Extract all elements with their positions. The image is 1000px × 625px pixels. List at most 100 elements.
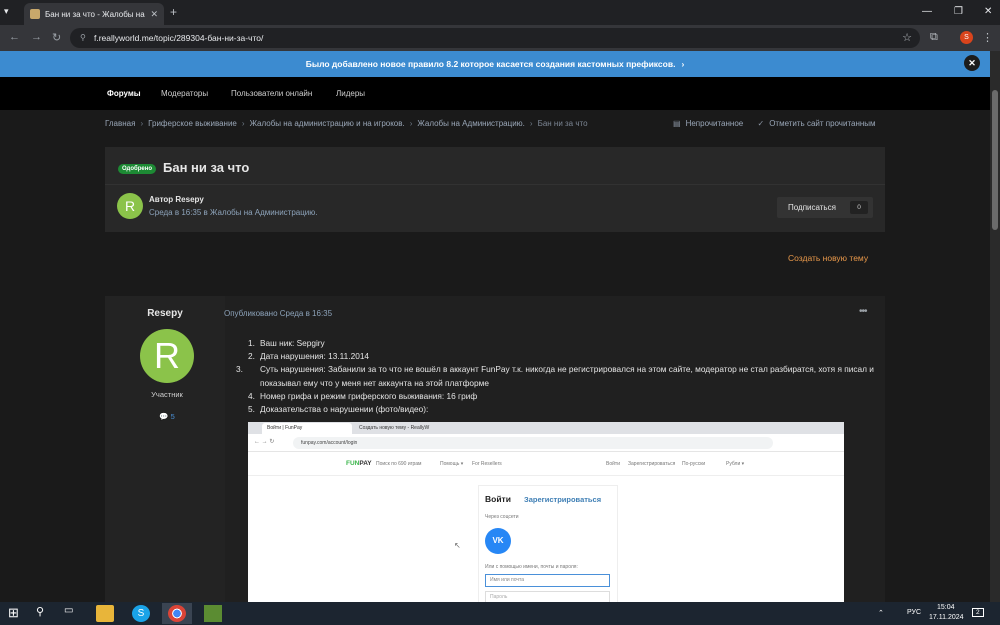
minecraft-icon[interactable] bbox=[204, 605, 222, 622]
chrome-icon[interactable] bbox=[168, 605, 186, 622]
post-content: 1. Ваш ник: Sepgiry 2. Дата нарушения: 13.… bbox=[236, 337, 878, 416]
extensions-icon[interactable]: ⧉ bbox=[930, 31, 938, 44]
breadcrumb-home[interactable]: Главная bbox=[105, 119, 135, 128]
divider bbox=[105, 184, 885, 185]
create-topic-link[interactable]: Создать новую тему bbox=[788, 253, 868, 263]
breadcrumb-griefer[interactable]: Гриферское выживание bbox=[148, 119, 237, 128]
funpay-logo: FUNPAY bbox=[346, 460, 372, 467]
author-role: Участник bbox=[151, 390, 183, 399]
screenshot-nav-icons: ← → ↻ bbox=[254, 439, 275, 445]
screenshot-tab: Создать новую тему - ReallyW bbox=[359, 425, 430, 431]
list-item: 3. Суть нарушения: Забанили за то что не … bbox=[236, 364, 874, 388]
post-options-icon[interactable]: ••• bbox=[859, 306, 867, 317]
post-avatar[interactable]: R bbox=[140, 329, 194, 383]
windows-start-icon[interactable]: ⊞ bbox=[8, 605, 26, 622]
reload-icon[interactable]: ↻ bbox=[52, 31, 61, 44]
breadcrumb-complaints[interactable]: Жалобы на администрацию и на игроков. bbox=[250, 119, 405, 128]
screenshot-login-link: Войти bbox=[606, 461, 620, 467]
search-icon[interactable]: ⚲ bbox=[36, 605, 54, 622]
status-badge: Одобрено bbox=[118, 164, 156, 174]
announcement-banner[interactable]: Было добавлено новое правило 8.2 которое… bbox=[0, 51, 990, 77]
screenshot-social-label: Через соцсети bbox=[485, 514, 519, 520]
chevron-right-icon: › bbox=[681, 59, 685, 69]
subscribe-label: Подписаться bbox=[788, 203, 836, 212]
close-window-icon[interactable]: ✕ bbox=[984, 6, 992, 17]
clock-date[interactable]: 17.11.2024 bbox=[929, 614, 964, 621]
list-item: 1. Ваш ник: Sepgiry bbox=[248, 338, 325, 348]
screenshot-password-field: Пароль bbox=[485, 591, 610, 602]
list-item: 4. Номер грифа и режим гриферского выжива… bbox=[248, 390, 478, 401]
minimize-icon[interactable]: — bbox=[922, 6, 932, 17]
browser-tab[interactable]: Бан ни за что - Жалобы на Ад ✕ bbox=[24, 3, 164, 25]
evidence-screenshot[interactable]: Войти | FunPay Создать новую тему - Real… bbox=[248, 422, 844, 602]
nav-moderators[interactable]: Модераторы bbox=[161, 89, 208, 98]
comment-icon: 💬 bbox=[159, 412, 169, 421]
screenshot-address-bar: ← → ↻ funpay.com/account/login bbox=[248, 434, 844, 452]
subscriber-count: 0 bbox=[850, 201, 868, 214]
topic-header: Одобрено Бан ни за что R Автор Resepy Ср… bbox=[105, 147, 885, 232]
file-explorer-icon[interactable] bbox=[96, 605, 114, 622]
url-field[interactable]: ⚲ f.reallyworld.me/topic/289304-бан-ни-з… bbox=[70, 28, 920, 48]
screenshot-tab-bar: Войти | FunPay Создать новую тему - Real… bbox=[248, 422, 844, 434]
back-icon[interactable]: ← bbox=[9, 31, 20, 43]
screenshot-sellers: For Resellers bbox=[472, 461, 502, 467]
screenshot-url: funpay.com/account/login bbox=[293, 437, 773, 449]
maximize-icon[interactable]: ❐ bbox=[954, 6, 963, 17]
breadcrumb: Главная › Гриферское выживание › Жалобы на а… bbox=[105, 119, 588, 128]
bookmark-star-icon[interactable]: ☆ bbox=[902, 28, 912, 48]
url-text: f.reallyworld.me/topic/289304-бан-ни-за-… bbox=[94, 33, 264, 43]
close-tab-icon[interactable]: ✕ bbox=[150, 9, 158, 20]
close-announcement-button[interactable]: ✕ bbox=[964, 55, 980, 71]
screenshot-register-tab: Зарегистрироваться bbox=[524, 495, 602, 504]
taskbar: ⊞ ⚲ ▭ S ⌃ РУС 15:04 17.11.2024 2 bbox=[0, 602, 1000, 625]
skype-icon[interactable]: S bbox=[132, 605, 150, 622]
unread-link[interactable]: Непрочитанное bbox=[686, 119, 744, 128]
site-favicon-icon bbox=[30, 9, 40, 19]
scrollbar-thumb[interactable] bbox=[992, 90, 998, 230]
tray-chevron-icon[interactable]: ⌃ bbox=[878, 609, 884, 617]
screenshot-language: По-русски bbox=[682, 461, 706, 467]
breadcrumb-current: Бан ни за что bbox=[537, 119, 588, 128]
task-view-icon[interactable]: ▭ bbox=[64, 605, 82, 622]
nav-forums[interactable]: Форумы bbox=[107, 89, 141, 98]
nav-online-users[interactable]: Пользователи онлайн bbox=[231, 89, 312, 98]
notification-center-icon[interactable]: 2 bbox=[972, 608, 984, 617]
topic-author[interactable]: Автор Resepy bbox=[149, 195, 204, 204]
new-tab-button[interactable]: + bbox=[170, 5, 177, 19]
screenshot-tab: Войти | FunPay bbox=[262, 423, 352, 434]
page-title: Бан ни за что bbox=[163, 160, 250, 175]
address-bar-row: ← → ↻ ⚲ f.reallyworld.me/topic/289304-ба… bbox=[0, 25, 1000, 51]
screenshot-currency: Рубли ▾ bbox=[726, 461, 745, 467]
screenshot-help: Помощь ▾ bbox=[440, 461, 464, 467]
screenshot-email-field: Имя или почта bbox=[485, 574, 610, 587]
breadcrumb-admin-complaints[interactable]: Жалобы на Администрацию. bbox=[417, 119, 524, 128]
post-author-panel: Resepy R Участник 💬 5 bbox=[105, 296, 225, 602]
post-author-name[interactable]: Resepy bbox=[105, 308, 225, 319]
list-item: 2. Дата нарушения: 13.11.2014 bbox=[248, 351, 370, 362]
tab-title: Бан ни за что - Жалобы на Ад bbox=[45, 9, 145, 19]
browser-menu-icon[interactable]: ⋮ bbox=[982, 31, 993, 44]
subscribe-button[interactable]: Подписаться 0 bbox=[777, 197, 873, 218]
cursor-icon: ↖ bbox=[454, 541, 461, 550]
screenshot-email-label: Или с помощью имени, почты и пароля: bbox=[485, 564, 578, 570]
profile-avatar[interactable]: S bbox=[960, 31, 973, 44]
unread-icon: ▤ bbox=[673, 119, 681, 128]
vk-icon: VK bbox=[485, 528, 511, 554]
clock-time[interactable]: 15:04 bbox=[937, 604, 955, 611]
screenshot-search: Поиск по 690 играм bbox=[376, 461, 422, 467]
topic-meta: Среда в 16:35 в Жалобы на Администрацию. bbox=[149, 208, 318, 217]
post-count-value: 5 bbox=[170, 412, 175, 421]
screenshot-register-link: Зарегистрироваться bbox=[628, 461, 676, 467]
list-item: 5. Доказательства о нарушении (фото/видео… bbox=[248, 404, 429, 415]
nav-leaders[interactable]: Лидеры bbox=[336, 89, 365, 98]
site-info-icon[interactable]: ⚲ bbox=[80, 28, 86, 48]
tab-list-icon[interactable]: ▾ bbox=[4, 6, 9, 17]
page-viewport: Было добавлено новое правило 8.2 которое… bbox=[0, 51, 990, 602]
browser-tab-bar: ▾ Бан ни за что - Жалобы на Ад ✕ + — ❐ ✕ bbox=[0, 0, 1000, 25]
author-post-count[interactable]: 💬 5 bbox=[105, 412, 229, 421]
forward-icon[interactable]: → bbox=[31, 31, 42, 43]
avatar[interactable]: R bbox=[117, 193, 143, 219]
language-indicator[interactable]: РУС bbox=[907, 609, 921, 616]
post-timestamp[interactable]: Опубликовано Среда в 16:35 bbox=[224, 309, 332, 318]
mark-read-link[interactable]: Отметить сайт прочитанным bbox=[769, 119, 875, 128]
